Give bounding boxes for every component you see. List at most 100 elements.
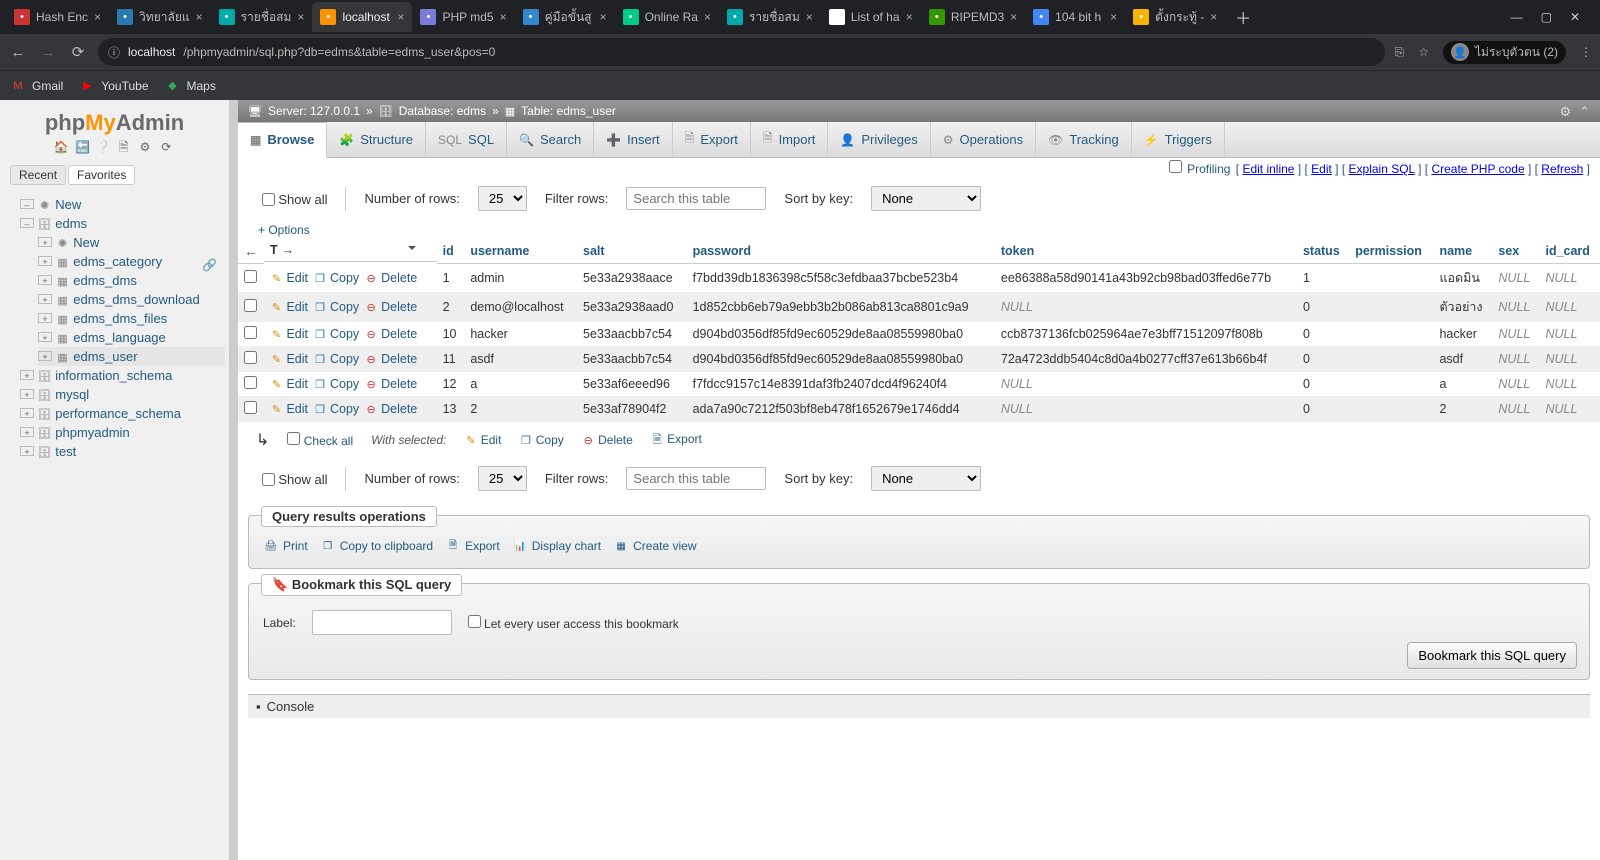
tab-close-icon[interactable]: × bbox=[1110, 10, 1117, 24]
copy-clipboard-link[interactable]: ❐Copy to clipboard bbox=[320, 538, 433, 554]
column-header-username[interactable]: username bbox=[464, 239, 577, 264]
export-link[interactable]: 🗎Export bbox=[445, 538, 500, 554]
browser-tab[interactable]: •PHP md5× bbox=[412, 2, 514, 32]
row-checkbox[interactable] bbox=[244, 270, 257, 283]
row-edit[interactable]: ✎ Edit bbox=[270, 271, 308, 285]
translate-icon[interactable]: ⎘ bbox=[1395, 45, 1405, 60]
column-header-permission[interactable]: permission bbox=[1349, 239, 1433, 264]
tree-twist-icon[interactable]: – bbox=[20, 218, 34, 228]
tree-db[interactable]: mysql bbox=[55, 387, 89, 402]
top-tab-sql[interactable]: SQLSQL bbox=[426, 122, 507, 157]
browser-tab[interactable]: •104 bit h× bbox=[1025, 2, 1125, 32]
browser-tab[interactable]: •Hash Enc× bbox=[6, 2, 109, 32]
bookmark-item[interactable]: ◆Maps bbox=[165, 78, 216, 94]
browser-tab[interactable]: •localhost× bbox=[312, 2, 412, 32]
column-header-status[interactable]: status bbox=[1297, 239, 1349, 264]
row-checkbox[interactable] bbox=[244, 401, 257, 414]
edit-link[interactable]: Edit bbox=[1311, 162, 1332, 176]
close-window-button[interactable]: ✕ bbox=[1570, 10, 1580, 24]
tree-twist-icon[interactable]: + bbox=[20, 370, 34, 380]
bookmark-star-icon[interactable]: ☆ bbox=[1418, 45, 1429, 59]
browser-tab[interactable]: •Online Ra× bbox=[615, 2, 719, 32]
row-edit[interactable]: ✎ Edit bbox=[270, 352, 308, 366]
row-delete[interactable]: ⊖ Delete bbox=[365, 300, 418, 314]
show-all-checkbox-bottom[interactable] bbox=[262, 473, 275, 486]
tab-close-icon[interactable]: × bbox=[1010, 10, 1017, 24]
filter-rows-input-bottom[interactable] bbox=[626, 467, 766, 490]
show-all-checkbox[interactable] bbox=[262, 193, 275, 206]
tree-twist-icon[interactable]: + bbox=[38, 237, 52, 247]
browser-tab[interactable]: •รายชื่อสม× bbox=[719, 2, 821, 32]
print-link[interactable]: 🖨Print bbox=[263, 538, 308, 554]
bookmark-label-input[interactable] bbox=[312, 610, 452, 635]
browser-tab[interactable]: •List of ha× bbox=[821, 2, 921, 32]
link-icon[interactable]: 🔗 bbox=[202, 258, 217, 272]
sort-key-select[interactable]: None bbox=[871, 186, 981, 211]
tab-close-icon[interactable]: × bbox=[906, 10, 913, 24]
row-edit[interactable]: ✎ Edit bbox=[270, 327, 308, 341]
row-copy[interactable]: ❐ Copy bbox=[314, 327, 360, 341]
col-nav-right-icon[interactable]: → bbox=[282, 243, 295, 257]
tree-table[interactable]: New bbox=[73, 235, 99, 250]
logout-icon[interactable]: 🔚 bbox=[75, 140, 90, 155]
tab-close-icon[interactable]: × bbox=[500, 10, 507, 24]
url-field[interactable]: ⓘ localhost/phpmyadmin/sql.php?db=edms&t… bbox=[98, 38, 1385, 66]
bookmark-submit-button[interactable]: Bookmark this SQL query bbox=[1407, 642, 1577, 669]
column-header-id[interactable]: id bbox=[437, 239, 465, 264]
breadcrumb-table[interactable]: Table: edms_user bbox=[521, 104, 616, 118]
row-copy[interactable]: ❐ Copy bbox=[314, 402, 360, 416]
edit-inline-link[interactable]: Edit inline bbox=[1242, 162, 1294, 176]
row-edit[interactable]: ✎ Edit bbox=[270, 377, 308, 391]
breadcrumb-database[interactable]: Database: edms bbox=[399, 104, 486, 118]
top-tab-insert[interactable]: ➕Insert bbox=[594, 122, 672, 157]
column-header-token[interactable]: token bbox=[995, 239, 1297, 264]
display-chart-link[interactable]: 📊Display chart bbox=[512, 538, 601, 554]
sql-icon[interactable]: 🗎 bbox=[118, 138, 133, 153]
batch-edit[interactable]: ✎ Edit bbox=[464, 433, 501, 447]
column-header-id_card[interactable]: id_card bbox=[1539, 239, 1600, 264]
tree-db[interactable]: edms bbox=[55, 216, 87, 231]
options-toggle[interactable]: + Options bbox=[238, 221, 1600, 239]
tree-twist-icon[interactable]: + bbox=[20, 389, 34, 399]
tree-twist-icon[interactable]: + bbox=[38, 275, 52, 285]
tree-table[interactable]: edms_dms_files bbox=[73, 311, 167, 326]
new-tab-button[interactable]: ＋ bbox=[1225, 5, 1261, 29]
row-copy[interactable]: ❐ Copy bbox=[314, 300, 360, 314]
check-all-checkbox[interactable] bbox=[287, 432, 300, 445]
row-checkbox[interactable] bbox=[244, 376, 257, 389]
top-tab-tracking[interactable]: 👁Tracking bbox=[1036, 122, 1132, 157]
row-delete[interactable]: ⊖ Delete bbox=[365, 352, 418, 366]
bookmark-item[interactable]: MGmail bbox=[10, 78, 63, 94]
col-nav-left-icon[interactable]: ← bbox=[244, 243, 258, 259]
rows-select-bottom[interactable]: 25 bbox=[478, 466, 527, 491]
sort-reset-icon[interactable]: T bbox=[270, 243, 278, 257]
tree-db[interactable]: information_schema bbox=[55, 368, 172, 383]
tree-twist-icon[interactable]: – bbox=[20, 199, 34, 209]
check-all-link[interactable]: Check all bbox=[304, 434, 353, 448]
refresh-link[interactable]: Refresh bbox=[1541, 162, 1583, 176]
sort-key-select-bottom[interactable]: None bbox=[871, 466, 981, 491]
top-tab-privileges[interactable]: 👤Privileges bbox=[828, 122, 930, 157]
tree-table[interactable]: edms_category bbox=[73, 254, 162, 269]
tree-table[interactable]: edms_language bbox=[73, 330, 166, 345]
console-bar[interactable]: ▪ Console bbox=[248, 694, 1590, 718]
tab-close-icon[interactable]: × bbox=[806, 10, 813, 24]
row-checkbox[interactable] bbox=[244, 326, 257, 339]
forward-button[interactable]: → bbox=[38, 44, 58, 61]
browser-tab[interactable]: •ตั้งกระทู้ -× bbox=[1125, 2, 1225, 32]
filter-rows-input[interactable] bbox=[626, 187, 766, 210]
tree-db[interactable]: phpmyadmin bbox=[55, 425, 129, 440]
site-info-icon[interactable]: ⓘ bbox=[108, 44, 120, 61]
row-delete[interactable]: ⊖ Delete bbox=[365, 402, 418, 416]
tree-table[interactable]: edms_user bbox=[73, 349, 137, 364]
back-button[interactable]: ← bbox=[8, 44, 28, 61]
tab-close-icon[interactable]: × bbox=[196, 10, 203, 24]
tree-twist-icon[interactable]: + bbox=[20, 446, 34, 456]
row-edit[interactable]: ✎ Edit bbox=[270, 402, 308, 416]
home-icon[interactable]: 🏠 bbox=[54, 140, 69, 155]
tree-db[interactable]: test bbox=[55, 444, 76, 459]
profiling-checkbox[interactable] bbox=[1169, 160, 1182, 173]
bookmark-share-checkbox[interactable] bbox=[468, 615, 481, 628]
tree-table[interactable]: edms_dms bbox=[73, 273, 137, 288]
batch-copy[interactable]: ❐ Copy bbox=[519, 433, 563, 447]
